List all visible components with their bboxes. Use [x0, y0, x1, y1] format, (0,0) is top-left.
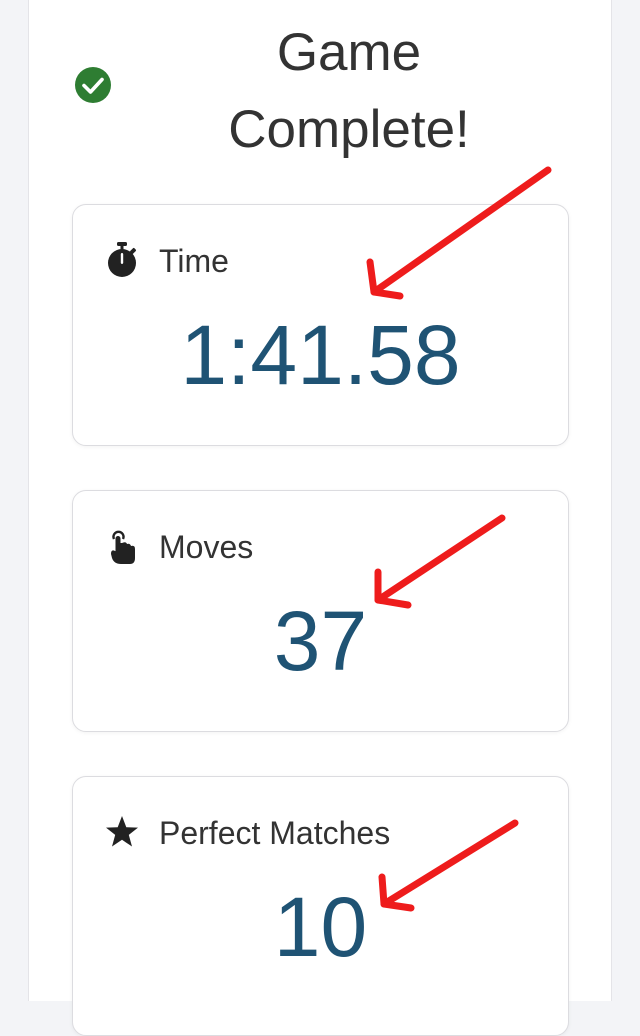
title-line-2: Complete! — [228, 100, 470, 159]
perfect-matches-card: Perfect Matches 10 — [72, 776, 569, 1036]
time-label: Time — [159, 243, 229, 279]
perfect-matches-value: 10 — [273, 880, 368, 974]
moves-card: Moves 37 — [72, 490, 569, 732]
moves-label: Moves — [159, 529, 254, 565]
result-header: Game Complete! — [29, 0, 613, 180]
star-icon — [106, 816, 138, 847]
tap-hand-icon — [111, 530, 135, 564]
result-panel: Game Complete! Time 1:41.58 Moves 37 Per… — [28, 0, 613, 1036]
moves-value: 37 — [273, 594, 368, 688]
time-card: Time 1:41.58 — [72, 204, 569, 446]
check-circle-icon — [75, 67, 111, 103]
time-value: 1:41.58 — [180, 308, 461, 402]
title-line-1: Game — [276, 23, 422, 82]
perfect-matches-label: Perfect Matches — [159, 815, 391, 851]
page-title: Game Complete! — [179, 14, 519, 168]
stopwatch-icon — [108, 242, 137, 277]
